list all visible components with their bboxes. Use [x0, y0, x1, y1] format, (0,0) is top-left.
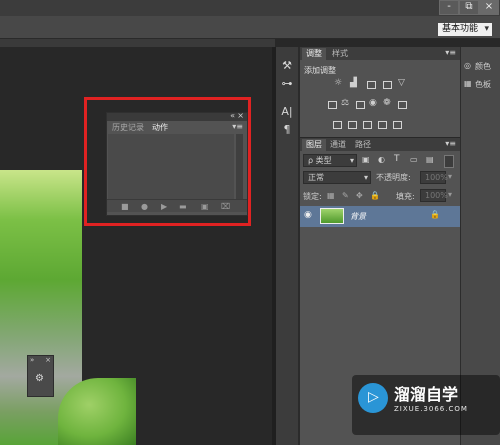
panel-icon-strip: ⚒ ⊶ A| ¶: [276, 47, 298, 445]
color-balance-icon[interactable]: ⚖: [341, 98, 349, 108]
fill-label: 填充:: [396, 192, 415, 201]
watermark: ▷ 溜溜自学 ZIXUE.3066.COM: [352, 375, 500, 435]
smart-object-filter-icon[interactable]: ▤: [426, 155, 434, 164]
vibrance-icon[interactable]: ▽: [398, 78, 405, 88]
posterize-icon[interactable]: [348, 121, 357, 129]
close-icon[interactable]: ×: [45, 356, 51, 364]
layer-name[interactable]: 背景: [350, 211, 366, 222]
brightness-icon[interactable]: ☼: [334, 78, 342, 88]
document-tab-row: [0, 39, 275, 47]
levels-icon[interactable]: ▟: [350, 78, 357, 88]
panel-menu-icon[interactable]: ▾≡: [445, 48, 456, 57]
brush-preset-icon[interactable]: ⚒: [280, 59, 294, 72]
pixel-filter-icon[interactable]: ▣: [362, 155, 370, 164]
document-image-corner: [58, 378, 136, 445]
opacity-input[interactable]: 100%: [420, 171, 448, 184]
curves-icon[interactable]: [367, 81, 376, 89]
minimize-button[interactable]: -: [439, 0, 459, 15]
chevron-down-icon: ▾: [349, 156, 354, 165]
options-bar: [0, 16, 500, 39]
swatches-panel-icon[interactable]: ▦: [464, 79, 472, 88]
type-filter-icon[interactable]: T: [394, 154, 400, 164]
lock-transparent-icon[interactable]: ▦: [327, 191, 335, 200]
chevron-down-icon: ▾: [484, 24, 489, 34]
title-bar: [0, 0, 500, 16]
tab-adjustments[interactable]: 调整: [302, 48, 326, 60]
adjustment-filter-icon[interactable]: ◐: [378, 155, 385, 164]
tab-paths[interactable]: 路径: [351, 139, 375, 151]
workspace-dropdown[interactable]: 基本功能 ▾: [438, 23, 492, 36]
threshold-icon[interactable]: [363, 121, 372, 129]
layer-thumbnail[interactable]: [320, 208, 344, 224]
tool-preset-icon[interactable]: ⊶: [280, 77, 294, 90]
lock-pixels-icon[interactable]: ✎: [342, 191, 349, 200]
watermark-title: 溜溜自学: [394, 385, 459, 404]
adjustments-tabs: 调整 样式 ▾≡: [300, 47, 460, 60]
adjustments-panel: 调整 样式 ▾≡ 添加调整 ☼ ▟ ▽ ⚖ ◉ ❁: [300, 47, 460, 137]
opacity-label: 不透明度:: [376, 173, 411, 182]
eye-icon[interactable]: ◉: [304, 210, 312, 220]
swatches-panel-label[interactable]: 色板: [475, 79, 491, 90]
gradient-map-icon[interactable]: [378, 121, 387, 129]
play-logo-icon: ▷: [358, 383, 388, 413]
filter-toggle[interactable]: [444, 155, 454, 168]
filter-label: ρ 类型: [308, 156, 332, 165]
layers-tabs: 图层 通道 路径 ▾≡: [300, 138, 460, 151]
paragraph-icon[interactable]: ¶: [280, 123, 294, 136]
layer-row[interactable]: ◉ 背景 🔒: [300, 206, 460, 227]
restore-button[interactable]: ⧉: [459, 0, 479, 15]
selective-color-icon[interactable]: [393, 121, 402, 129]
black-white-icon[interactable]: [356, 101, 365, 109]
layer-filter-dropdown[interactable]: ρ 类型 ▾: [303, 154, 357, 167]
color-lookup-icon[interactable]: [398, 101, 407, 109]
lock-label: 锁定:: [303, 192, 322, 201]
hue-saturation-icon[interactable]: [328, 101, 337, 109]
tab-channels[interactable]: 通道: [326, 139, 350, 151]
blend-mode-value: 正常: [308, 173, 324, 182]
lock-position-icon[interactable]: ✥: [356, 191, 363, 200]
lock-icon: 🔒: [430, 210, 440, 219]
exposure-icon[interactable]: [383, 81, 392, 89]
blend-mode-dropdown[interactable]: 正常 ▾: [303, 171, 371, 184]
invert-icon[interactable]: [333, 121, 342, 129]
character-icon[interactable]: A|: [280, 105, 294, 118]
adjustments-title: 添加调整: [304, 66, 336, 75]
opacity-slider-toggle[interactable]: ▾: [448, 172, 452, 181]
close-button[interactable]: ×: [479, 0, 499, 15]
workspace-label: 基本功能: [442, 24, 479, 34]
expand-icon[interactable]: »: [30, 356, 34, 364]
shape-filter-icon[interactable]: ▭: [410, 155, 418, 164]
lock-all-icon[interactable]: 🔒: [370, 191, 380, 200]
watermark-url: ZIXUE.3066.COM: [394, 405, 468, 413]
tab-styles[interactable]: 样式: [328, 48, 352, 60]
fill-input[interactable]: 100%: [420, 189, 448, 202]
photo-filter-icon[interactable]: ◉: [369, 98, 377, 108]
channel-mixer-icon[interactable]: ❁: [383, 98, 391, 108]
gear-icon[interactable]: ⚙: [35, 373, 44, 384]
highlight-box: [84, 97, 251, 226]
mini-panel: » × ⚙: [27, 355, 54, 397]
tab-layers[interactable]: 图层: [302, 139, 326, 151]
fill-slider-toggle[interactable]: ▾: [448, 190, 452, 199]
chevron-down-icon: ▾: [363, 173, 368, 182]
panel-menu-icon[interactable]: ▾≡: [445, 139, 456, 148]
color-panel-label[interactable]: 颜色: [475, 61, 491, 72]
color-panel-icon[interactable]: ◎: [464, 61, 471, 70]
